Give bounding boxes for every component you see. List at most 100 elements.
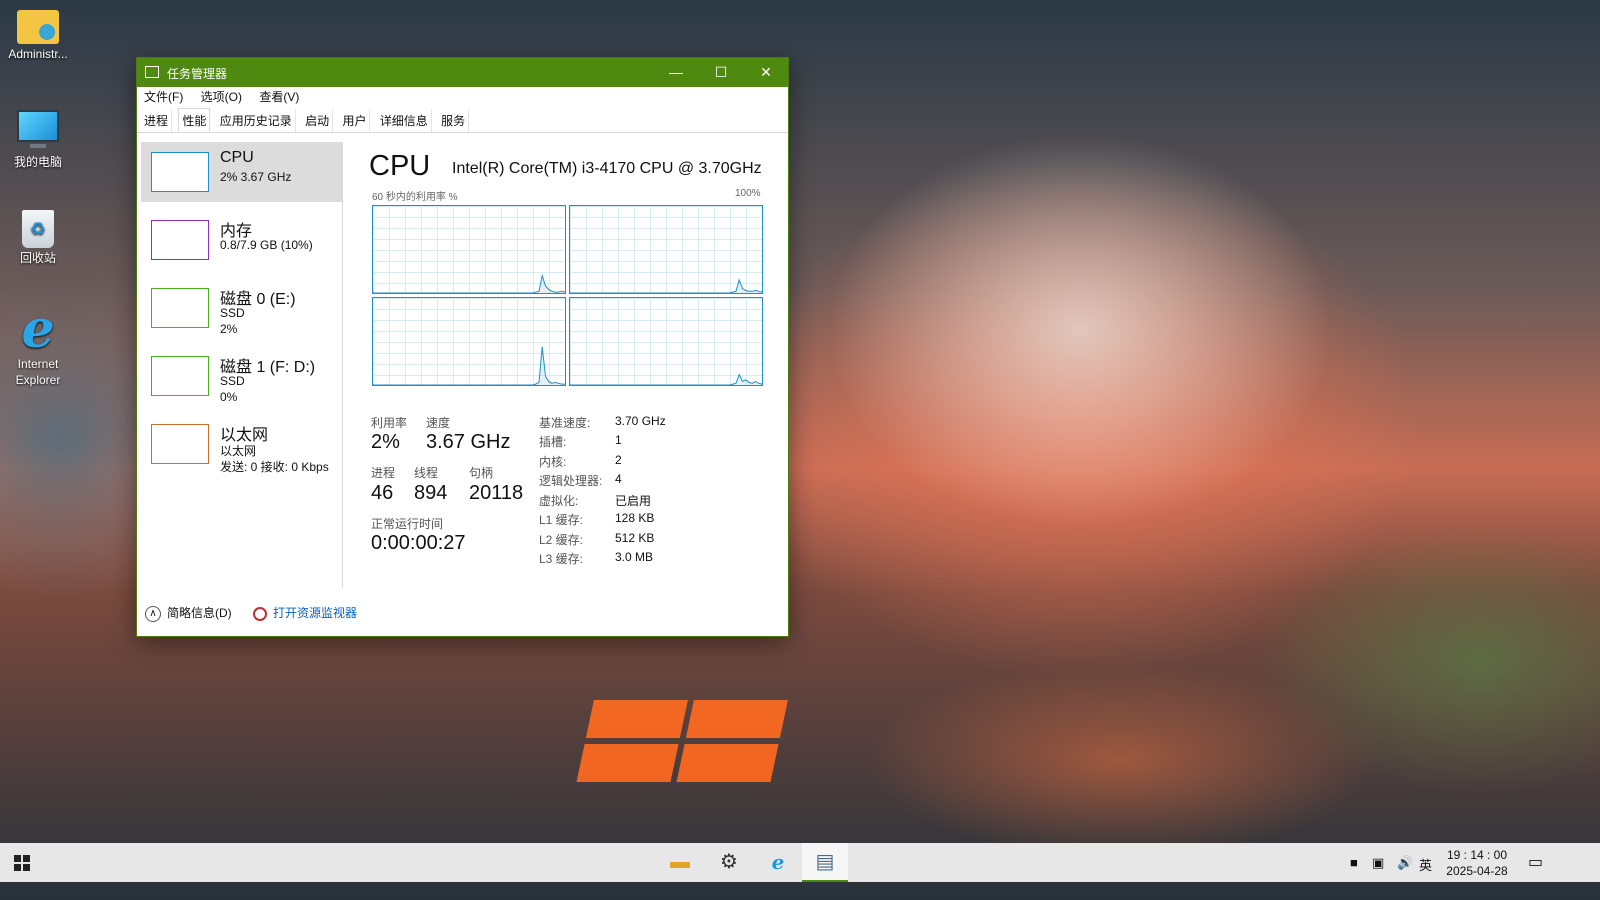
sidebar-item-ethernet[interactable]: 以太网 以太网 发送: 0 接收: 0 Kbps [141, 414, 342, 474]
sidebar-item-detail: 0.8/7.9 GB (10%) [220, 238, 313, 252]
internet-explorer-icon: e [21, 299, 55, 360]
spec-base-speed-label: 基准速度: [539, 416, 591, 430]
clock-time: 19 : 14 : 00 [1446, 848, 1508, 862]
utilization-value: 2% [371, 431, 400, 453]
spec-sockets-value: 1 [615, 433, 622, 447]
menu-file[interactable]: 文件(F) [144, 87, 183, 108]
cpu-thumbnail-graph [151, 152, 209, 192]
settings-gear-icon[interactable]: ⚙ [706, 843, 752, 882]
processes-label: 进程 [371, 466, 396, 480]
desktop-icon-label: 我的电脑 [13, 155, 62, 169]
task-manager-window: 任务管理器 — ☐ ✕ 文件(F) 选项(O) 查看(V) 进程 性能 应用历史… [136, 57, 789, 637]
menu-options[interactable]: 选项(O) [201, 87, 242, 108]
cpu-core-graph-3 [372, 297, 566, 386]
desktop-icon-internet-explorer[interactable]: e Internet Explorer [0, 299, 76, 388]
minimize-button[interactable]: — [653, 58, 699, 87]
cpu-usage-line [373, 346, 565, 385]
sidebar-item-detail: SSD [220, 374, 245, 388]
fewer-details-button[interactable]: ∧ 简略信息(D) [145, 604, 232, 622]
tab-bar: 进程 性能 应用历史记录 启动 用户 详细信息 服务 [137, 108, 788, 133]
spec-virtualization-value: 已启用 [615, 494, 652, 508]
spec-l3-cache-label: L3 缓存: [539, 552, 584, 566]
desktop-icon-my-computer[interactable]: 我的电脑 [0, 110, 76, 170]
menu-bar: 文件(F) 选项(O) 查看(V) [137, 87, 788, 108]
sidebar-item-label: CPU [220, 149, 254, 166]
tab-startup[interactable]: 启动 [302, 109, 334, 133]
uptime-label: 正常运行时间 [371, 517, 444, 531]
maximize-button[interactable]: ☐ [698, 58, 744, 87]
sidebar-item-usage: 2% [220, 322, 238, 336]
panel-title: CPU [369, 150, 431, 182]
spec-cores-label: 内核: [539, 455, 567, 469]
sidebar-item-usage: 0% [220, 390, 238, 404]
threads-label: 线程 [414, 466, 439, 480]
desktop-icon-label: Explorer [15, 373, 61, 387]
network-icon[interactable]: ▣ [1372, 855, 1384, 871]
user-folder-icon [17, 10, 59, 44]
desktop-icon-recycle-bin[interactable]: ♻ 回收站 [0, 210, 76, 266]
clock-date: 2025-04-28 [1446, 864, 1508, 878]
spec-base-speed-value: 3.70 GHz [615, 414, 666, 428]
disk-1-thumbnail-graph [151, 356, 209, 396]
windows-logo-wallpaper [576, 700, 794, 784]
processes-value: 46 [371, 482, 394, 504]
windows-logo-icon [14, 855, 21, 862]
speed-value: 3.67 GHz [426, 431, 511, 453]
cpu-model-name: Intel(R) Core(TM) i3-4170 CPU @ 3.70GHz [452, 160, 762, 177]
taskbar: ▬ ⚙ e ▤ ■ ▣ 🔊 英 19 : 14 : 00 2025-04-28 … [0, 843, 1600, 882]
spec-logical-processors-label: 逻辑处理器: [539, 474, 603, 488]
show-hidden-icons-icon[interactable]: ■ [1350, 855, 1358, 870]
cpu-usage-line [570, 278, 762, 293]
threads-value: 894 [414, 482, 448, 504]
title-bar[interactable]: 任务管理器 — ☐ ✕ [137, 58, 788, 87]
tab-processes[interactable]: 进程 [141, 109, 173, 133]
task-manager-icon [145, 66, 159, 78]
action-center-icon[interactable]: ▭ [1528, 852, 1543, 872]
spec-l2-cache-value: 512 KB [615, 531, 655, 545]
handles-label: 句柄 [469, 466, 494, 480]
cpu-core-graph-4 [569, 297, 763, 386]
spec-sockets-label: 插槽: [539, 435, 567, 449]
spec-logical-processors-value: 4 [615, 472, 622, 486]
tab-details[interactable]: 详细信息 [377, 109, 432, 133]
disk-0-thumbnail-graph [151, 288, 209, 328]
sidebar-item-throughput: 发送: 0 接收: 0 Kbps [220, 460, 329, 474]
sidebar-item-detail: 以太网 [220, 444, 257, 458]
sidebar-item-memory[interactable]: 内存 0.8/7.9 GB (10%) [141, 210, 342, 270]
desktop-icon-administrator[interactable]: Administr... [0, 10, 76, 62]
graph-caption: 60 秒内的利用率 % [372, 192, 458, 203]
start-button[interactable] [14, 855, 30, 871]
utilization-label: 利用率 [371, 416, 408, 430]
speed-label: 速度 [426, 416, 451, 430]
menu-view[interactable]: 查看(V) [259, 87, 299, 108]
recycle-bin-icon: ♻ [22, 210, 54, 248]
ethernet-thumbnail-graph [151, 424, 209, 464]
performance-sidebar: CPU 2% 3.67 GHz 内存 0.8/7.9 GB (10%) 磁盘 0… [141, 142, 343, 588]
close-button[interactable]: ✕ [743, 58, 789, 87]
input-method-indicator[interactable]: 英 [1419, 855, 1432, 874]
desktop-icon-label: Internet [17, 357, 59, 371]
fewer-details-label: 简略信息(D) [167, 606, 232, 620]
window-title: 任务管理器 [167, 67, 228, 81]
computer-icon [17, 110, 59, 142]
desktop-icon-label: Administr... [8, 47, 68, 61]
cpu-core-graph-1 [372, 205, 566, 294]
tab-services[interactable]: 服务 [438, 109, 470, 133]
sidebar-item-disk-1[interactable]: 磁盘 1 (F: D:) SSD 0% [141, 346, 342, 406]
taskbar-clock[interactable]: 19 : 14 : 00 2025-04-28 [1440, 847, 1514, 879]
spec-l3-cache-value: 3.0 MB [615, 550, 654, 564]
sidebar-item-detail: 2% 3.67 GHz [220, 170, 292, 184]
cpu-usage-line [373, 273, 565, 293]
tab-users[interactable]: 用户 [339, 109, 371, 133]
chevron-up-icon: ∧ [145, 605, 161, 622]
open-resource-monitor-link[interactable]: 打开资源监视器 [253, 604, 357, 621]
volume-icon[interactable]: 🔊 [1397, 855, 1413, 871]
task-manager-icon[interactable]: ▤ [802, 843, 848, 882]
sidebar-item-cpu[interactable]: CPU 2% 3.67 GHz [141, 142, 342, 202]
tab-performance[interactable]: 性能 [178, 108, 211, 132]
tab-app-history[interactable]: 应用历史记录 [217, 109, 296, 133]
file-explorer-icon[interactable]: ▬ [657, 843, 703, 882]
internet-explorer-icon[interactable]: e [755, 843, 801, 882]
cpu-core-graph-2 [569, 205, 763, 294]
sidebar-item-disk-0[interactable]: 磁盘 0 (E:) SSD 2% [141, 278, 342, 338]
